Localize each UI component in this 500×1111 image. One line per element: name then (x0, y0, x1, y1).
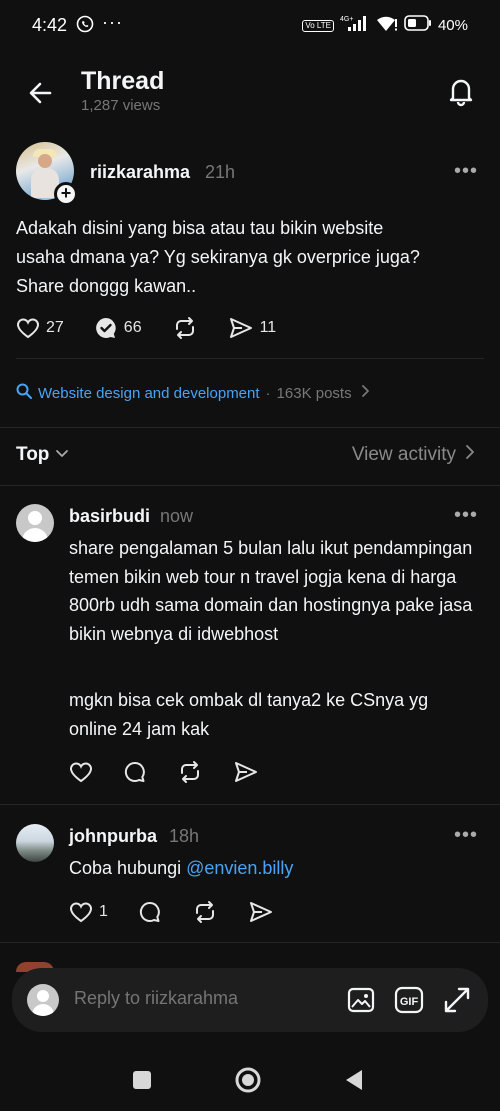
comment-button[interactable] (138, 900, 162, 924)
avatar[interactable] (16, 824, 54, 862)
network-label: 4G+ (340, 16, 353, 23)
reply-text: Coba hubungi @envien.billy (69, 854, 479, 883)
avatar[interactable] (16, 504, 54, 542)
reply-count: 66 (123, 319, 142, 336)
divider (0, 427, 500, 428)
search-icon (16, 383, 32, 403)
view-activity-label: View activity (351, 444, 456, 465)
reply-actions (69, 760, 289, 784)
share-button[interactable]: 11 (228, 316, 277, 340)
post-text: Adakah disini yang bisa atau tau bikin w… (16, 218, 420, 296)
battery-icon (404, 15, 432, 36)
topic-link[interactable]: Website design and development · 163K po… (16, 383, 372, 403)
chevron-right-icon (358, 384, 372, 402)
share-button[interactable] (248, 900, 274, 924)
volte-badge: Vo LTE (302, 19, 334, 32)
mention-link[interactable]: @envien.billy (186, 858, 293, 878)
avatar (27, 984, 59, 1016)
repost-icon (177, 760, 203, 784)
divider (0, 942, 500, 943)
divider (0, 485, 500, 486)
view-activity-link[interactable]: View activity (352, 444, 476, 466)
wifi-icon (376, 14, 398, 37)
heart-icon (69, 760, 93, 784)
more-options-icon[interactable]: ••• (454, 824, 478, 847)
gif-icon[interactable]: GIF (394, 985, 424, 1015)
share-button[interactable] (233, 760, 259, 784)
whatsapp-icon (76, 15, 94, 38)
reply-username[interactable]: johnpurba (69, 826, 157, 847)
more-options-icon[interactable]: ••• (454, 160, 478, 183)
chevron-right-icon (464, 444, 476, 466)
reply-username[interactable]: basirbudi (69, 506, 150, 527)
comment-icon (123, 760, 147, 784)
view-count: 1,287 views (81, 97, 161, 114)
follow-plus-icon[interactable]: + (54, 182, 78, 206)
post-actions: 27 66 11 (16, 316, 306, 340)
home-icon[interactable] (234, 1066, 262, 1094)
topic-separator: · (265, 384, 271, 402)
status-bar: 4:42 ··· Vo LTE 4G+ 40% (0, 0, 500, 52)
page-title: Thread (81, 67, 165, 95)
notification-dots-icon: ··· (102, 12, 123, 32)
send-icon (228, 316, 254, 340)
sort-dropdown[interactable]: Top (16, 444, 69, 466)
reply-button[interactable]: 66 (94, 316, 142, 340)
more-options-icon[interactable]: ••• (454, 504, 478, 527)
repost-button[interactable] (172, 316, 198, 340)
reply-text: share pengalaman 5 bulan lalu ikut penda… (69, 538, 473, 644)
repost-icon (192, 900, 218, 924)
topic-label: Website design and development (38, 384, 260, 402)
reply-time: 18h (169, 826, 200, 846)
topic-post-count: 163K posts (276, 384, 352, 402)
reply-composer: GIF (12, 968, 488, 1032)
image-icon[interactable] (346, 985, 376, 1015)
recents-icon[interactable] (128, 1066, 156, 1094)
comment-icon (138, 900, 162, 924)
divider (0, 804, 500, 805)
like-button[interactable]: 1 (69, 900, 108, 924)
divider (16, 358, 484, 359)
expand-icon[interactable] (442, 985, 472, 1015)
sort-bar: Top View activity (0, 430, 500, 480)
share-count: 11 (259, 319, 277, 336)
sort-label: Top (16, 444, 50, 465)
status-time: 4:42 (32, 15, 68, 35)
system-nav-bar (0, 1050, 500, 1111)
post-username[interactable]: riizkarahma (90, 162, 190, 183)
reply-check-icon (94, 316, 118, 340)
repost-icon (172, 316, 198, 340)
chevron-down-icon (55, 444, 69, 466)
comment-button[interactable] (123, 760, 147, 784)
svg-text:GIF: GIF (400, 996, 419, 1008)
repost-button[interactable] (177, 760, 203, 784)
bell-icon[interactable] (444, 74, 478, 108)
like-button[interactable] (69, 760, 93, 784)
like-count: 27 (46, 319, 64, 336)
like-button[interactable]: 27 (16, 316, 64, 340)
back-arrow-icon[interactable] (24, 76, 58, 110)
heart-icon (16, 316, 40, 340)
like-count: 1 (99, 903, 108, 920)
reply-time: now (160, 506, 194, 526)
send-icon (248, 900, 274, 924)
heart-icon (69, 900, 93, 924)
reply-actions: 1 (69, 900, 304, 924)
signal-icon: 4G+ (340, 14, 370, 37)
send-icon (233, 760, 259, 784)
thread-header: Thread 1,287 views (0, 60, 500, 130)
reply-text: mgkn bisa cek ombak dl tanya2 ke CSnya y… (69, 690, 429, 739)
post-time: 21h (205, 162, 236, 182)
battery-percent: 40% (437, 17, 468, 34)
reply-text-prefix: Coba hubungi (69, 858, 187, 878)
repost-button[interactable] (192, 900, 218, 924)
reply-input[interactable] (74, 988, 324, 1009)
back-icon[interactable] (340, 1066, 368, 1094)
